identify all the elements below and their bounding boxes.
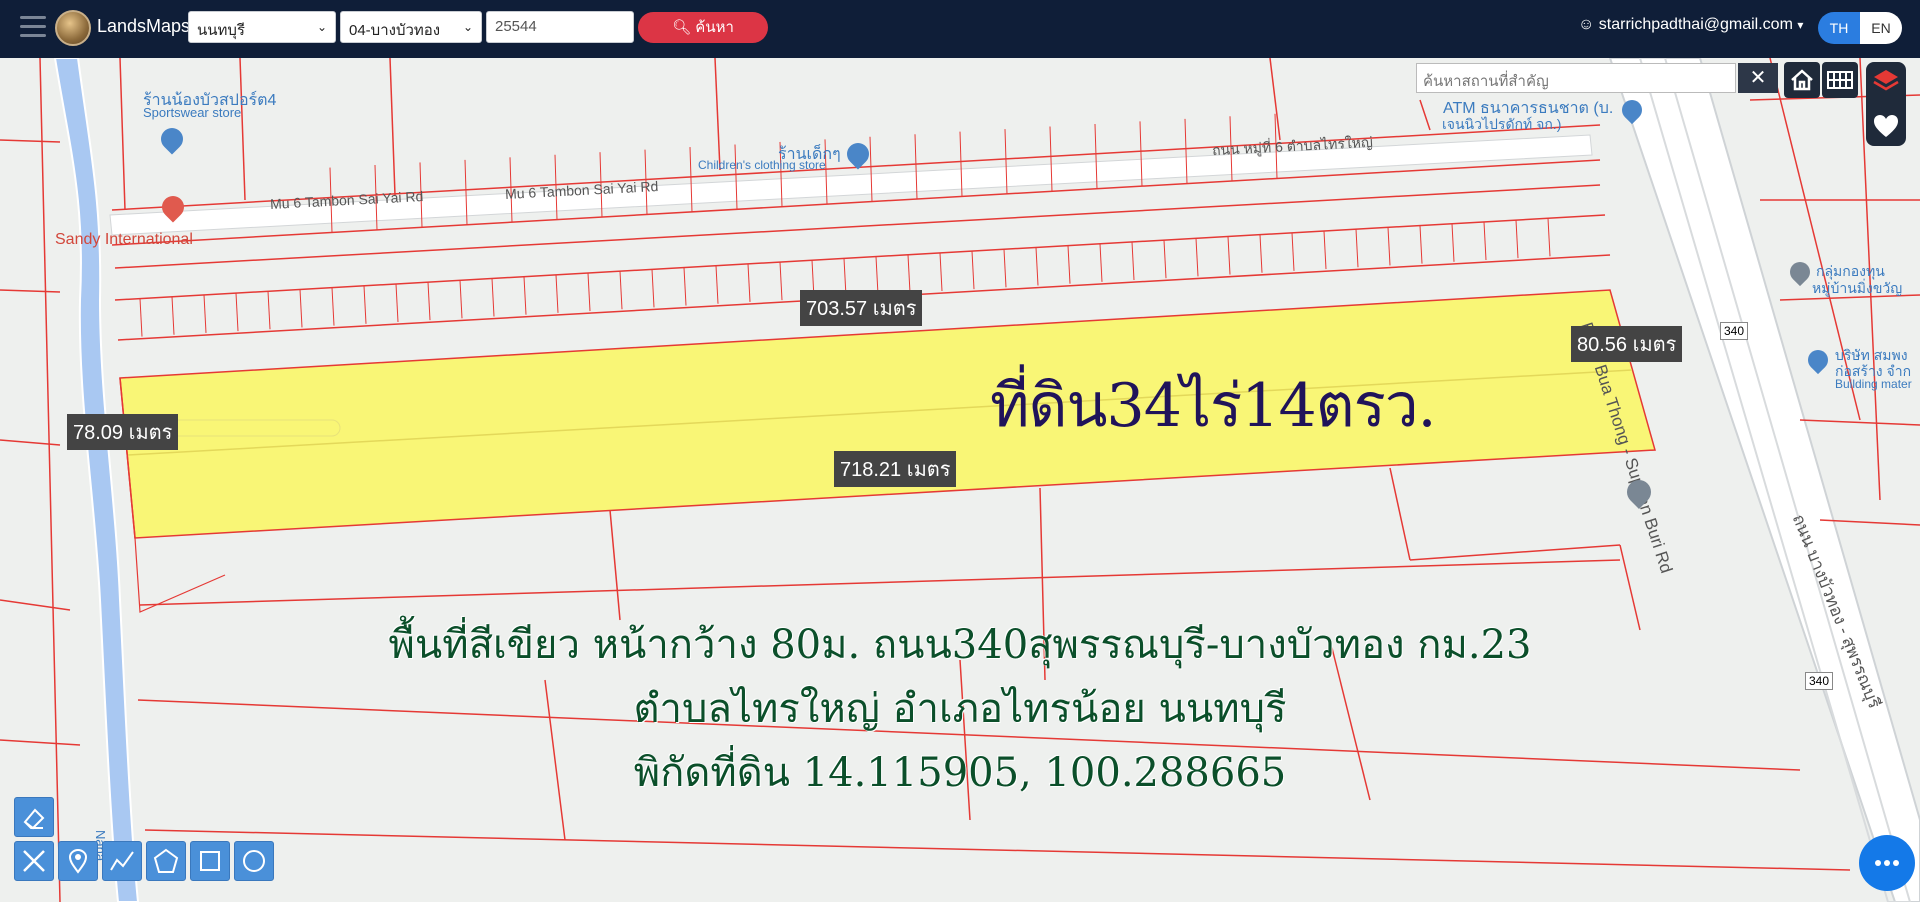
measure-bottom: 718.21 เมตร <box>834 451 957 487</box>
circle-tool[interactable] <box>234 841 274 881</box>
layers-icon[interactable] <box>1866 62 1906 102</box>
user-menu[interactable]: ☺ starrichpadthai@gmail.com ▾ <box>1578 16 1803 34</box>
chevron-down-icon: ⌄ <box>316 20 327 34</box>
lang-en-button[interactable]: EN <box>1860 12 1902 44</box>
land-size-title: ที่ดิน34ไร่14ตรว. <box>990 371 1437 441</box>
search-button[interactable]: 🔍︎ ค้นหา <box>638 12 768 43</box>
map-pin-icon <box>68 848 88 874</box>
measure-tool[interactable] <box>14 841 54 881</box>
clear-search-button[interactable]: ✕ <box>1738 63 1778 93</box>
line-tool[interactable] <box>102 841 142 881</box>
brand-name: LandsMaps <box>97 16 191 36</box>
province-select[interactable]: นนทบุรี ⌄ <box>188 11 336 43</box>
chevron-down-icon: ▾ <box>1797 18 1804 32</box>
close-icon: ✕ <box>1749 65 1767 89</box>
parcel-number-input[interactable]: 25544 <box>486 11 634 43</box>
poi-children-store-sub: Children's clothing store <box>698 158 826 172</box>
polyline-icon <box>110 851 134 871</box>
user-email: starrichpadthai@gmail.com <box>1598 16 1793 33</box>
eraser-tool[interactable] <box>14 797 54 837</box>
measure-right: 80.56 เมตร <box>1571 326 1683 362</box>
district-select[interactable]: 04-บางบัวทอง ⌄ <box>340 11 482 43</box>
rectangle-tool[interactable] <box>190 841 230 881</box>
overlay-line-2: ตำบลไทรใหญ่ อำเภอไทรน้อย นนทบุรี <box>633 686 1287 732</box>
menu-icon[interactable] <box>20 16 46 38</box>
chat-button[interactable] <box>1859 835 1915 891</box>
chevron-down-icon: ⌄ <box>462 20 473 34</box>
circle-icon <box>243 850 265 872</box>
top-navbar: LandsMaps นนทบุรี ⌄ 04-บางบัวทอง ⌄ 25544… <box>0 0 1920 58</box>
poi-atm-sub: เจนนิวไปรดักท์ จก.) <box>1442 116 1562 132</box>
measure-left: 78.09 เมตร <box>67 414 179 450</box>
place-search-placeholder: ค้นหาสถานที่สำคัญ <box>1423 73 1549 90</box>
user-icon: ☺ <box>1578 16 1595 33</box>
polygon-tool[interactable] <box>146 841 186 881</box>
poi-sandy-international[interactable]: Sandy International <box>55 231 193 249</box>
overlay-line-3: พิกัดที่ดิน 14.115905, 100.288665 <box>633 750 1287 796</box>
eraser-icon <box>23 808 45 830</box>
route-shield: 340 <box>1720 322 1749 340</box>
layers-panel <box>1866 62 1906 146</box>
home-button[interactable] <box>1784 62 1820 98</box>
grid-icon <box>1827 71 1853 89</box>
ruler-pencil-icon <box>23 850 45 872</box>
district-value: 04-บางบัวทอง <box>349 22 441 39</box>
search-button-label: ค้นหา <box>695 19 734 36</box>
poi-group-sub: หมู่บ้านมิ่งขวัญ <box>1812 280 1903 296</box>
home-icon <box>1791 69 1813 91</box>
marker-tool[interactable] <box>58 841 98 881</box>
province-value: นนทบุรี <box>197 22 245 39</box>
parcel-number-value: 25544 <box>495 18 537 35</box>
more-dots-icon <box>1875 860 1899 866</box>
search-icon: 🔍︎ <box>672 19 692 36</box>
poi-company-sub2: Building mater <box>1835 377 1912 391</box>
place-search-input[interactable]: ค้นหาสถานที่สำคัญ <box>1416 63 1736 93</box>
heart-icon[interactable] <box>1866 106 1906 146</box>
rectangle-icon <box>200 851 220 871</box>
landsmaps-logo <box>55 10 91 46</box>
polygon-icon <box>153 848 179 873</box>
lang-th-button[interactable]: TH <box>1818 12 1860 44</box>
grid-button[interactable] <box>1822 62 1858 98</box>
measure-top: 703.57 เมตร <box>800 290 923 326</box>
overlay-line-1: พื้นที่สีเขียว หน้ากว้าง 80ม. ถนน340สุพร… <box>388 622 1532 668</box>
poi-sportswear-store-sub: Sportswear store <box>143 105 242 120</box>
